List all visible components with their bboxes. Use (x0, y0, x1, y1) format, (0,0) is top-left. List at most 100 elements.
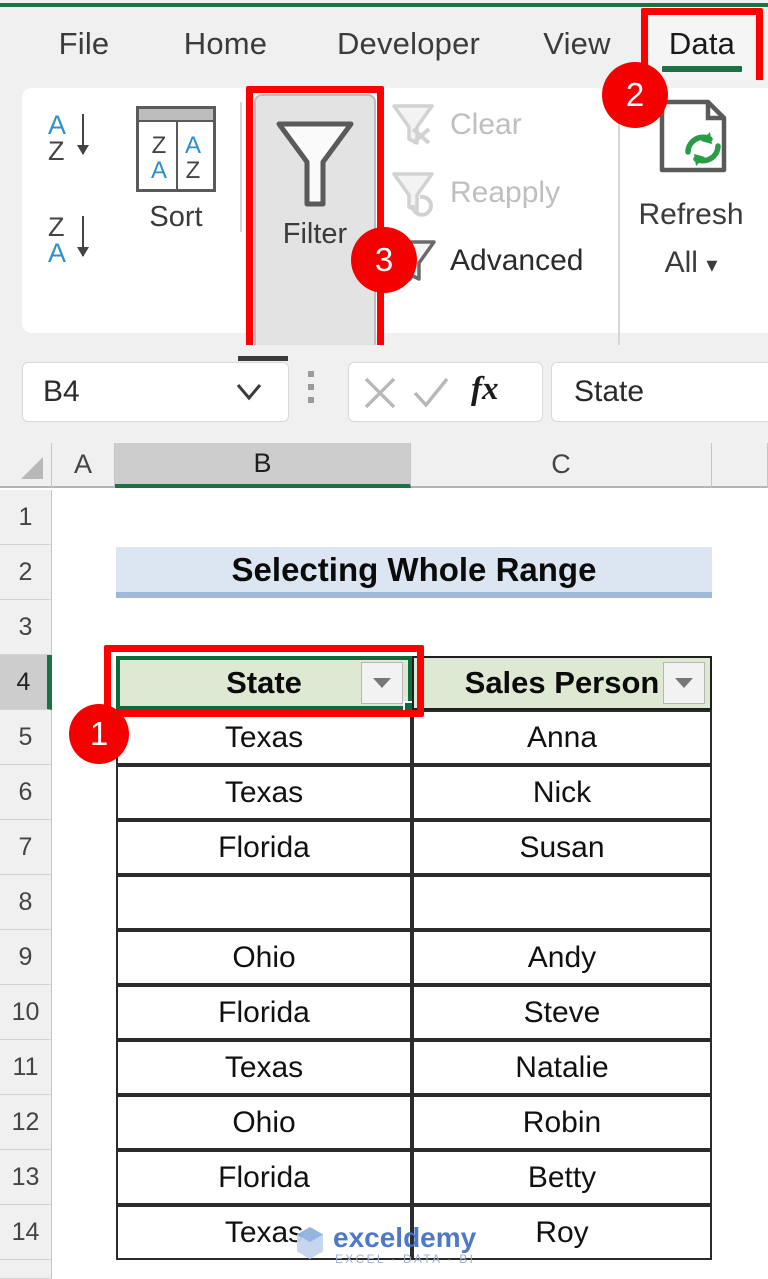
annotation-badge-2: 2 (602, 62, 668, 128)
sort-desc-letter-z: Z (48, 212, 65, 242)
row-header-5[interactable]: 5 (0, 710, 52, 765)
sort-button[interactable]: Z A A Z Sort (128, 98, 224, 298)
row-header-10[interactable]: 10 (0, 985, 52, 1040)
sort-icon-right-top: A (184, 131, 201, 159)
row-header-6[interactable]: 6 (0, 765, 52, 820)
salesperson-header-label: Sales Person (464, 665, 660, 700)
column-header-d-partial[interactable] (712, 443, 768, 488)
sort-dialog-icon: Z A A Z (136, 106, 216, 192)
chevron-down-icon[interactable] (234, 379, 264, 405)
cancel-x-icon[interactable] (357, 370, 403, 416)
cell-b12[interactable]: Ohio (116, 1095, 412, 1150)
sort-asc-letter-z: Z (48, 136, 65, 166)
sort-desc-letter-a: A (48, 238, 67, 268)
cell-c8[interactable] (412, 875, 712, 930)
annotation-box-filter-button (246, 86, 384, 361)
column-header-a[interactable]: A (52, 443, 115, 488)
sort-desc-arrow-icon (77, 216, 89, 257)
row-header-14[interactable]: 14 (0, 1205, 52, 1260)
cell-b5[interactable]: Texas (116, 710, 412, 765)
sort-asc-letter-a: A (48, 110, 67, 140)
tab-file[interactable]: File (38, 7, 130, 80)
row-header-3[interactable]: 3 (0, 600, 52, 655)
cell-c9[interactable]: Andy (412, 930, 712, 985)
excel-window: File Home Developer View Data A Z Z A Z … (0, 0, 768, 1279)
select-all-triangle-icon (21, 457, 43, 479)
cell-c10[interactable]: Steve (412, 985, 712, 1040)
sort-button-label: Sort (149, 201, 203, 233)
tab-home[interactable]: Home (153, 7, 298, 80)
name-box-cap (238, 356, 288, 361)
fx-insert-function-icon[interactable]: fx (471, 371, 499, 408)
cell-c11[interactable]: Natalie (412, 1040, 712, 1095)
formula-input[interactable]: State (551, 362, 768, 422)
select-all-button[interactable] (0, 443, 52, 488)
tab-home-label: Home (183, 25, 268, 61)
row-header-2[interactable]: 2 (0, 545, 52, 600)
watermark-tagline: EXCEL · DATA · BI (335, 1252, 476, 1266)
row-header-9[interactable]: 9 (0, 930, 52, 985)
sort-descending-button[interactable]: Z A (44, 210, 118, 272)
row-header-12[interactable]: 12 (0, 1095, 52, 1150)
sort-icon-left-top: Z (151, 131, 167, 159)
row-header-15-partial[interactable] (0, 1260, 52, 1279)
row-header-4[interactable]: 4 (0, 655, 52, 710)
filter-dropdown-icon-salesperson[interactable] (663, 662, 705, 704)
column-header-c[interactable]: C (411, 443, 712, 488)
name-box[interactable]: B4 (22, 362, 289, 422)
cell-c13[interactable]: Betty (412, 1150, 712, 1205)
cell-b6[interactable]: Texas (116, 765, 412, 820)
salesperson-header-cell[interactable]: Sales Person (412, 656, 712, 710)
reapply-filter-button[interactable]: Reapply (390, 162, 610, 224)
name-box-value: B4 (43, 375, 80, 408)
sort-ascending-button[interactable]: A Z (44, 108, 118, 170)
tab-developer[interactable]: Developer (310, 7, 507, 80)
spreadsheet-grid: A B C 1 2 3 4 5 6 7 8 9 10 11 12 13 14 S… (0, 443, 768, 1279)
ribbon-divider-2 (618, 98, 620, 370)
refresh-all-label-line2: All ▾ (664, 246, 718, 279)
sort-icon-right-bottom: Z (185, 157, 201, 184)
refresh-all-label-line1: Refresh (638, 198, 744, 231)
cell-c6[interactable]: Nick (412, 765, 712, 820)
row-header-8[interactable]: 8 (0, 875, 52, 930)
sort-asc-arrow-icon (77, 114, 89, 155)
tab-view-label: View (543, 25, 611, 61)
ribbon-divider-1 (240, 102, 242, 232)
cell-b10[interactable]: Florida (116, 985, 412, 1040)
vertical-dots-icon[interactable] (308, 371, 314, 410)
cell-c5[interactable]: Anna (412, 710, 712, 765)
sheet-title-cell[interactable]: Selecting Whole Range (116, 547, 712, 598)
cell-b8[interactable] (116, 875, 412, 930)
row-header-7[interactable]: 7 (0, 820, 52, 875)
row-header-1[interactable]: 1 (0, 490, 52, 545)
cell-b7[interactable]: Florida (116, 820, 412, 875)
advanced-filter-button[interactable]: Advanced (390, 230, 630, 292)
cell-c12[interactable]: Robin (412, 1095, 712, 1150)
tab-developer-label: Developer (336, 25, 481, 61)
refresh-all-button[interactable]: Refresh All ▾ (626, 96, 768, 336)
formula-bar-area: B4 fx State (0, 345, 768, 443)
formula-action-buttons: fx (348, 362, 543, 422)
row-header-13[interactable]: 13 (0, 1150, 52, 1205)
cell-b11[interactable]: Texas (116, 1040, 412, 1095)
cell-b13[interactable]: Florida (116, 1150, 412, 1205)
cell-b9[interactable]: Ohio (116, 930, 412, 985)
sheet-title-text: Selecting Whole Range (231, 550, 597, 588)
cell-c7[interactable]: Susan (412, 820, 712, 875)
reapply-filter-label: Reapply (450, 176, 561, 209)
clear-filter-icon (392, 104, 434, 145)
exceldemy-watermark: exceldemy EXCEL · DATA · BI (289, 1222, 489, 1272)
sort-icon-left-bottom: A (150, 157, 167, 184)
clear-filter-button[interactable]: Clear (390, 94, 590, 156)
exceldemy-hexagon-logo (297, 1227, 323, 1259)
advanced-filter-label: Advanced (450, 244, 584, 277)
row-header-11[interactable]: 11 (0, 1040, 52, 1095)
annotation-badge-3: 3 (351, 227, 417, 293)
column-header-b[interactable]: B (115, 443, 411, 488)
confirm-check-icon[interactable] (407, 370, 453, 416)
chevron-down-icon: ▾ (706, 252, 718, 277)
formula-input-value: State (574, 375, 645, 408)
title-bar-accent (0, 0, 768, 7)
reapply-filter-icon (392, 172, 434, 217)
annotation-badge-1: 1 (69, 704, 129, 764)
